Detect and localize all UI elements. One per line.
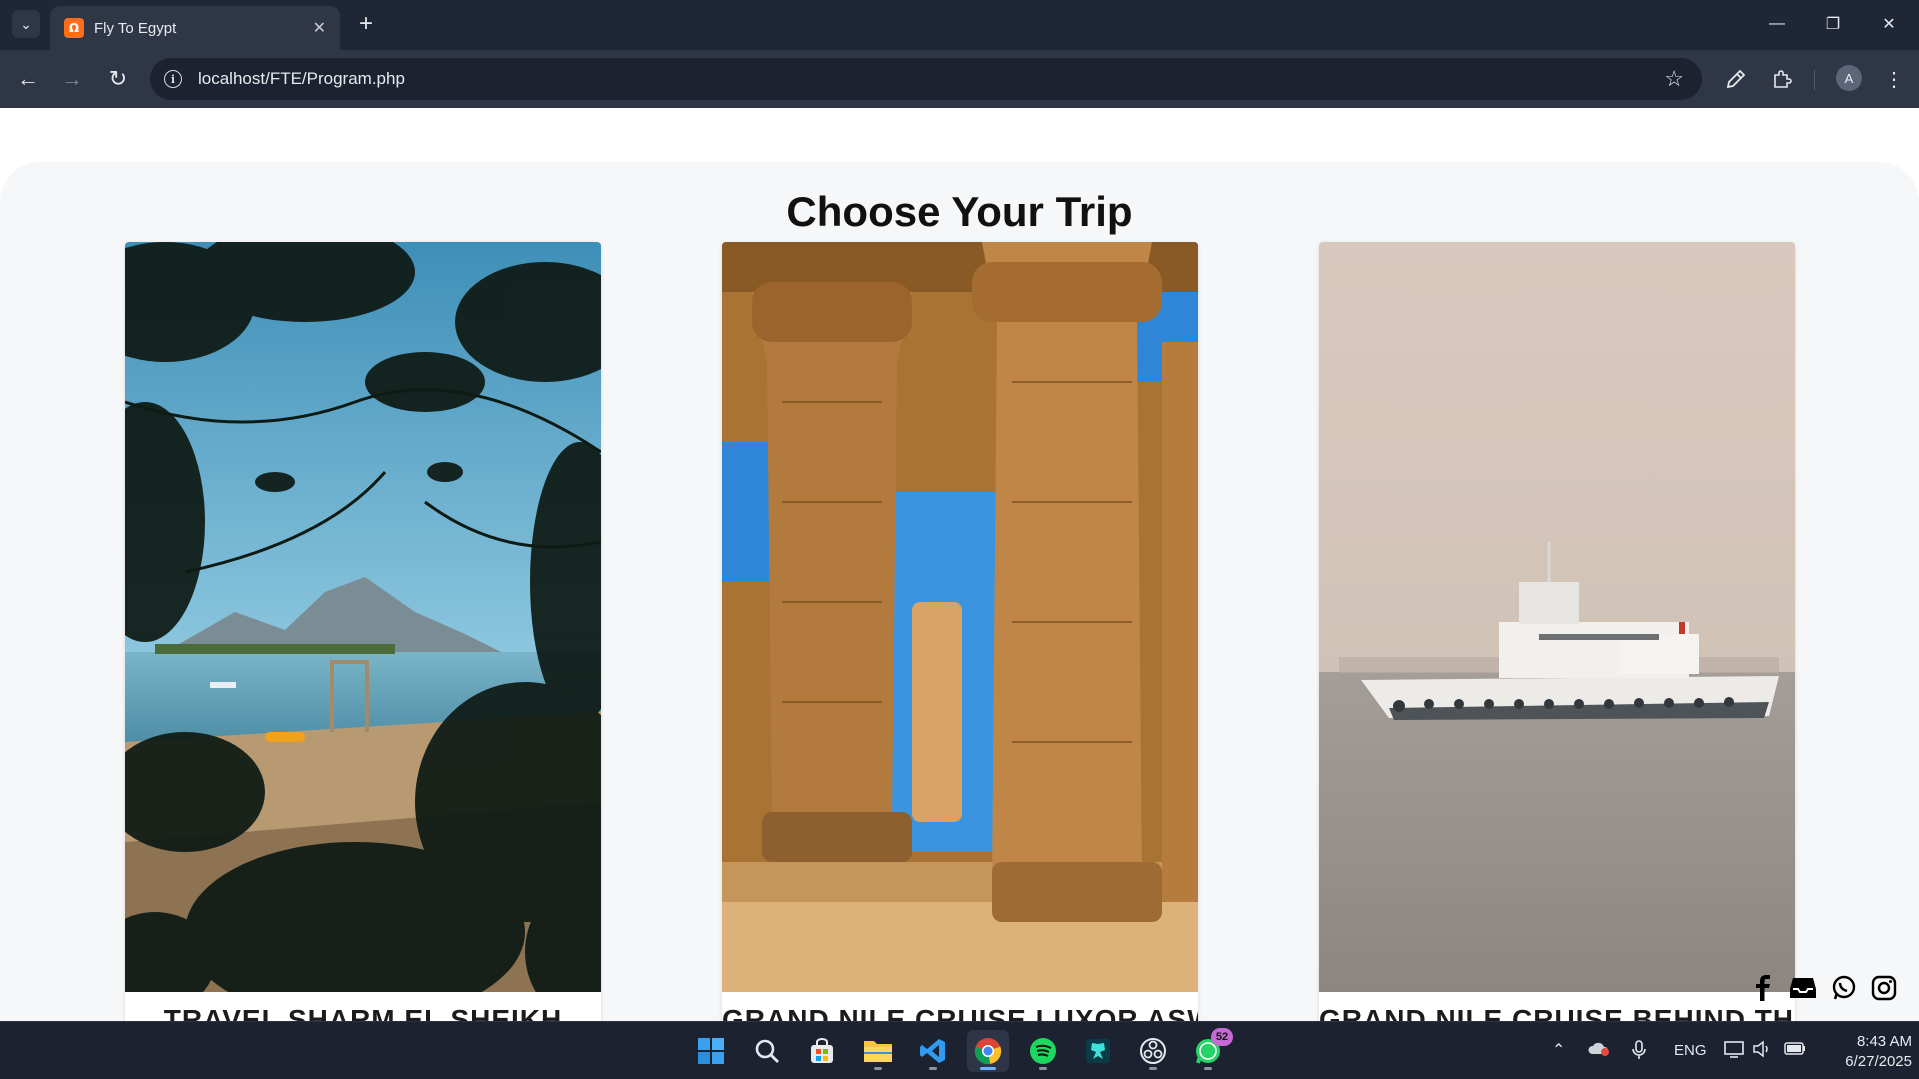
tab-search-button[interactable]: ⌄ [12, 10, 40, 38]
facebook-icon[interactable] [1748, 973, 1778, 1003]
running-indicator [1204, 1067, 1212, 1070]
microphone-icon[interactable] [1632, 1040, 1646, 1064]
browser-menu-button[interactable]: ⋮ [1878, 63, 1910, 95]
running-indicator [1039, 1067, 1047, 1070]
restore-button[interactable]: ❐ [1810, 8, 1856, 40]
taskbar-file-explorer[interactable] [857, 1030, 899, 1072]
eyedropper-extension-button[interactable] [1720, 63, 1752, 95]
page-title: Choose Your Trip [786, 188, 1133, 235]
taskbar-whatsapp[interactable]: 52 [1187, 1028, 1233, 1072]
profile-avatar[interactable]: A [1836, 65, 1862, 91]
clock-time: 8:43 AM [1856, 1033, 1912, 1050]
close-icon: ✕ [1882, 16, 1896, 33]
whatsapp-icon[interactable] [1829, 973, 1859, 1003]
browser-toolbar: ← → ↻ i localhost/FTE/Program.php ☆ A ⋮ [0, 50, 1919, 108]
store-icon [811, 1038, 833, 1063]
xampp-favicon-icon: Ω [64, 18, 84, 38]
arrow-right-icon: → [61, 66, 83, 91]
trip-image-ship[interactable] [1319, 242, 1795, 992]
chrome-icon [974, 1038, 1002, 1065]
chevron-up-icon[interactable]: ⌃ [1552, 1040, 1565, 1060]
extensions-button[interactable] [1766, 63, 1798, 95]
web-page: Choose Your Trip TRAVEL SHARM EL SHEIKH … [0, 108, 1919, 1021]
windows-icon [698, 1038, 724, 1064]
close-tab-icon[interactable]: ✕ [313, 18, 326, 38]
running-indicator [929, 1067, 937, 1070]
minimize-button[interactable]: — [1754, 8, 1800, 40]
start-button[interactable] [690, 1030, 732, 1072]
toolbar-separator [1814, 70, 1815, 90]
folder-icon [864, 1041, 892, 1062]
arrow-left-icon: ← [17, 66, 39, 91]
reload-button[interactable]: ↻ [102, 63, 134, 95]
onedrive-icon[interactable] [1588, 1040, 1610, 1060]
kebab-menu-icon: ⋮ [1884, 68, 1904, 91]
trip-card-nile-behind[interactable]: GRAND NILE CRUISE BEHIND THE [1319, 242, 1795, 1021]
ship-photo [1319, 242, 1795, 992]
notification-badge: 52 [1211, 1028, 1233, 1046]
plus-icon: + [358, 10, 373, 37]
language-indicator[interactable]: ENG [1674, 1042, 1707, 1059]
restore-icon: ❐ [1825, 16, 1841, 33]
running-indicator [874, 1067, 882, 1070]
tab-title: Fly To Egypt [94, 19, 177, 37]
network-icon[interactable] [1724, 1040, 1744, 1062]
reload-icon: ↻ [108, 66, 128, 91]
minimize-icon: — [1769, 15, 1785, 32]
battery-icon[interactable] [1784, 1040, 1806, 1060]
browser-tab-strip: ⌄ Ω Fly To Egypt ✕ + — ❐ ✕ [0, 0, 1919, 50]
inbox-icon[interactable] [1788, 973, 1818, 1003]
taskbar-chrome[interactable] [967, 1030, 1009, 1072]
trip-card-title[interactable]: GRAND NILE CRUISE LUXOR ASWAN [722, 1004, 1198, 1021]
trip-image-temple[interactable] [722, 242, 1198, 992]
butterfly-app-icon [1086, 1039, 1110, 1063]
chevron-down-icon: ⌄ [20, 15, 32, 32]
eyedropper-icon [1726, 69, 1746, 89]
beach-photo [125, 242, 601, 992]
search-icon [755, 1039, 779, 1063]
puzzle-icon [1774, 70, 1792, 88]
temple-photo [722, 242, 1198, 992]
trip-card-nile-luxor[interactable]: GRAND NILE CRUISE LUXOR ASWAN [722, 242, 1198, 1021]
spotify-icon [1030, 1038, 1056, 1064]
taskbar-spotify[interactable] [1022, 1030, 1064, 1072]
forward-button[interactable]: → [56, 63, 88, 95]
new-tab-button[interactable]: + [352, 10, 380, 38]
trip-card-title[interactable]: GRAND NILE CRUISE BEHIND THE [1319, 1004, 1795, 1021]
site-info-icon[interactable]: i [164, 70, 182, 88]
taskbar-app[interactable] [1077, 1030, 1119, 1072]
windows-taskbar: 52 ⌃ ENG 8:43 AM 6/27/2025 [0, 1021, 1919, 1079]
back-button[interactable]: ← [12, 63, 44, 95]
running-indicator [1149, 1067, 1157, 1070]
trip-card-title[interactable]: TRAVEL SHARM EL SHEIKH [125, 1004, 601, 1021]
instagram-icon[interactable] [1869, 973, 1899, 1003]
address-bar[interactable]: i localhost/FTE/Program.php ☆ [150, 58, 1702, 100]
taskbar-store[interactable] [801, 1030, 843, 1072]
volume-icon[interactable] [1752, 1040, 1772, 1062]
taskbar-obs[interactable] [1132, 1030, 1174, 1072]
system-clock[interactable]: 8:43 AM 6/27/2025 [1820, 1032, 1912, 1072]
bookmark-star-icon[interactable]: ☆ [1664, 66, 1684, 92]
close-window-button[interactable]: ✕ [1866, 8, 1912, 40]
clock-date: 6/27/2025 [1845, 1053, 1912, 1070]
trip-card-sharm[interactable]: TRAVEL SHARM EL SHEIKH [125, 242, 601, 1021]
obs-icon [1140, 1038, 1166, 1064]
taskbar-search-button[interactable] [746, 1030, 788, 1072]
active-indicator [980, 1067, 996, 1070]
browser-tab-active[interactable]: Ω Fly To Egypt ✕ [50, 6, 340, 50]
taskbar-vscode[interactable] [912, 1030, 954, 1072]
url-text[interactable]: localhost/FTE/Program.php [198, 69, 1664, 89]
trip-image-beach[interactable] [125, 242, 601, 992]
vscode-icon [920, 1039, 945, 1063]
